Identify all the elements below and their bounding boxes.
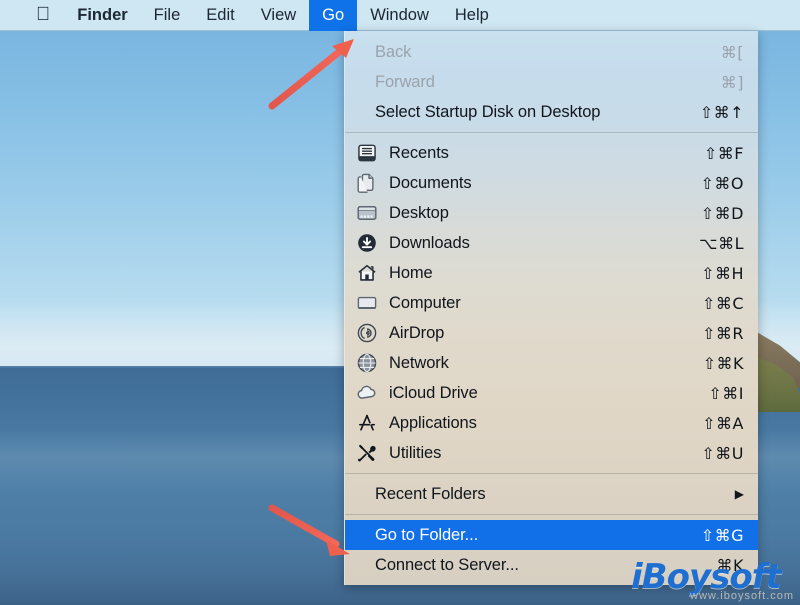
menu-item-downloads[interactable]: Downloads ⌥⌘L xyxy=(345,228,758,258)
menu-item-shortcut: ⇧⌘U xyxy=(688,444,744,463)
watermark-url: www.iboysoft.com xyxy=(690,590,794,602)
network-icon xyxy=(345,352,389,374)
menu-item-label: Desktop xyxy=(389,204,688,223)
menu-item-shortcut: ⇧⌘G xyxy=(688,526,744,545)
apple-menu-button[interactable]:  xyxy=(0,0,64,31)
airdrop-icon xyxy=(345,322,389,344)
menu-item-network[interactable]: Network ⇧⌘K xyxy=(345,348,758,378)
menu-item-label: Utilities xyxy=(389,444,688,463)
menu-item-shortcut: ⇧⌘H xyxy=(688,264,744,283)
menu-item-label: Network xyxy=(389,354,688,373)
menu-item-recent-folders[interactable]: Recent Folders ▶ xyxy=(345,479,758,509)
menu-item-computer[interactable]: Computer ⇧⌘C xyxy=(345,288,758,318)
menubar-item-go[interactable]: Go xyxy=(309,0,357,31)
watermark-i: i xyxy=(631,557,642,597)
menu-item-shortcut: ⇧⌘A xyxy=(688,414,744,433)
documents-icon xyxy=(345,172,389,194)
menu-item-utilities[interactable]: Utilities ⇧⌘U xyxy=(345,438,758,468)
menu-item-label: Documents xyxy=(389,174,688,193)
menu-separator xyxy=(345,473,758,474)
menu-item-label: Computer xyxy=(389,294,688,313)
menu-item-forward[interactable]: Forward ⌘] xyxy=(345,67,758,97)
menu-item-airdrop[interactable]: AirDrop ⇧⌘R xyxy=(345,318,758,348)
desktop-icon xyxy=(345,202,389,224)
menu-item-shortcut: ⇧⌘I xyxy=(688,384,744,403)
menubar-item-help[interactable]: Help xyxy=(442,0,502,31)
menu-item-select-startup-disk[interactable]: Select Startup Disk on Desktop ⇧⌘↑ xyxy=(345,97,758,127)
apple-logo-icon:  xyxy=(36,5,50,24)
menu-separator xyxy=(345,514,758,515)
menu-item-shortcut: ⇧⌘R xyxy=(688,324,744,343)
menu-item-documents[interactable]: Documents ⇧⌘O xyxy=(345,168,758,198)
menu-item-recents[interactable]: Recents ⇧⌘F xyxy=(345,138,758,168)
menu-separator xyxy=(345,132,758,133)
menu-bar:  Finder File Edit View Go Window Help xyxy=(0,0,800,31)
menu-item-label: Applications xyxy=(389,414,688,433)
menubar-item-edit[interactable]: Edit xyxy=(193,0,247,31)
home-icon xyxy=(345,262,389,284)
menu-item-go-to-folder[interactable]: Go to Folder... ⇧⌘G xyxy=(345,520,758,550)
menu-item-label: Downloads xyxy=(389,234,688,253)
go-dropdown-menu: Back ⌘[ Forward ⌘] Select Startup Disk o… xyxy=(344,31,758,585)
menu-item-shortcut: ⇧⌘K xyxy=(688,354,744,373)
menubar-item-view[interactable]: View xyxy=(248,0,309,31)
computer-icon xyxy=(345,292,389,314)
desktop-screen:  Finder File Edit View Go Window Help B… xyxy=(0,0,800,605)
menu-item-label: Go to Folder... xyxy=(375,526,688,545)
recents-icon xyxy=(345,142,389,164)
menubar-item-window[interactable]: Window xyxy=(357,0,442,31)
menu-item-shortcut: ⌥⌘L xyxy=(688,234,744,253)
menubar-item-file[interactable]: File xyxy=(141,0,194,31)
icloud-icon xyxy=(345,382,389,404)
utilities-icon xyxy=(345,442,389,464)
downloads-icon xyxy=(345,232,389,254)
menu-item-home[interactable]: Home ⇧⌘H xyxy=(345,258,758,288)
menu-item-label: Home xyxy=(389,264,688,283)
menu-item-icloud-drive[interactable]: iCloud Drive ⇧⌘I xyxy=(345,378,758,408)
menu-item-label: AirDrop xyxy=(389,324,688,343)
menu-item-shortcut: ⇧⌘D xyxy=(688,204,744,223)
menu-item-label: Recent Folders xyxy=(375,485,735,504)
menu-item-label: Select Startup Disk on Desktop xyxy=(375,103,688,122)
menu-item-shortcut: ⇧⌘↑ xyxy=(688,103,744,122)
menu-item-shortcut: ⇧⌘C xyxy=(688,294,744,313)
chevron-right-icon: ▶ xyxy=(735,488,744,500)
menu-item-label: Forward xyxy=(375,73,688,92)
watermark-logo: iBoysoft xyxy=(631,560,781,594)
menu-item-label: Back xyxy=(375,43,688,62)
applications-icon xyxy=(345,412,389,434)
menu-item-shortcut: ⇧⌘O xyxy=(688,174,744,193)
menu-item-applications[interactable]: Applications ⇧⌘A xyxy=(345,408,758,438)
menu-item-shortcut: ⇧⌘F xyxy=(688,144,744,163)
menu-item-desktop[interactable]: Desktop ⇧⌘D xyxy=(345,198,758,228)
menu-item-shortcut: ⌘[ xyxy=(688,43,744,62)
menu-item-label: iCloud Drive xyxy=(389,384,688,403)
menu-item-shortcut: ⌘] xyxy=(688,73,744,92)
menu-item-label: Recents xyxy=(389,144,688,163)
menu-item-back[interactable]: Back ⌘[ xyxy=(345,37,758,67)
menubar-item-finder[interactable]: Finder xyxy=(64,0,140,31)
